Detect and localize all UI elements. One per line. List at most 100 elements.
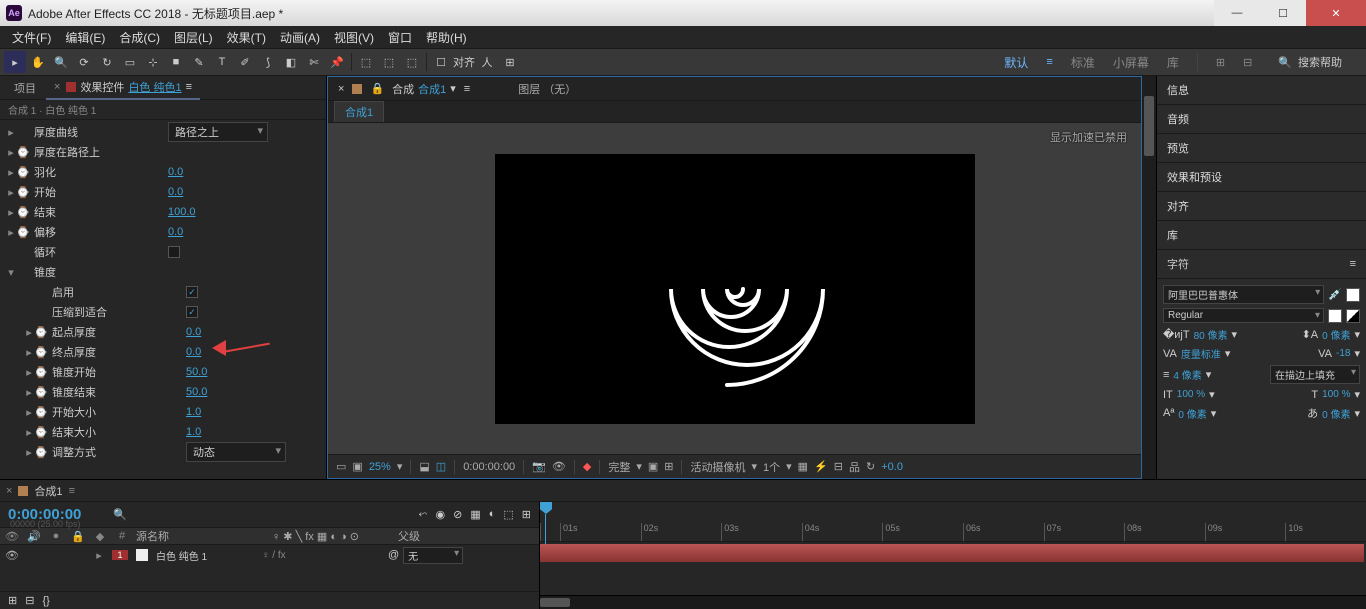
clone-tool[interactable]: ⟆ [257,51,279,73]
twirl-icon[interactable]: ▾ [6,266,16,279]
menu-窗口[interactable]: 窗口 [382,27,418,48]
text-tool[interactable]: T [211,51,233,73]
layer-bar[interactable] [540,544,1364,562]
property-value[interactable]: 0.0 [160,166,320,178]
eyedropper-icon[interactable]: 💉 [1328,288,1342,301]
twirl-icon[interactable]: ▸ [6,226,16,239]
world-axis-icon[interactable]: ⬚ [378,51,400,73]
twirl-icon[interactable]: ▸ [24,386,34,399]
menu-图层(L)[interactable]: 图层(L) [168,27,219,48]
dropdown-icon[interactable]: ▾ [450,82,456,95]
selection-tool[interactable]: ▸ [4,51,26,73]
tab-effect-controls[interactable]: × 效果控件 白色 纯色1 ≡ [46,76,200,100]
stroke-color-swatch[interactable] [1328,309,1342,323]
toggle-switches-icon[interactable]: ⊞ [8,594,17,607]
zoom-tool[interactable]: 🔍 [50,51,72,73]
font-size-value[interactable]: 80 像素 [1194,327,1228,342]
stopwatch-icon[interactable]: ⌚ [16,166,30,179]
workspace-标准[interactable]: 标准 [1071,54,1095,71]
tab-project[interactable]: 项目 [6,77,44,99]
layer-row[interactable]: 👁 ▸ 1 白色 纯色 1 ♀ / fx @ 无 [0,545,539,565]
hscale-value[interactable]: 100 % [1322,389,1350,400]
pickwhip-icon[interactable]: @ [388,549,399,561]
minimize-button[interactable]: — [1214,0,1260,26]
audio-col-icon[interactable]: 🔊 [26,530,42,543]
panel-header-预览[interactable]: 预览 [1157,134,1366,163]
local-axis-icon[interactable]: ⬚ [355,51,377,73]
time-navigator[interactable] [540,595,1366,609]
property-dropdown[interactable]: 动态 [186,442,286,462]
property-value[interactable]: 0.0 [160,226,320,238]
camera-tool[interactable]: ▭ [119,51,141,73]
eraser-tool[interactable]: ◧ [280,51,302,73]
layer-name[interactable]: 白色 纯色 1 [156,548,256,563]
twirl-icon[interactable]: ▸ [24,446,34,459]
close-tab-icon[interactable]: × [54,81,60,93]
panel-header-对齐[interactable]: 对齐 [1157,192,1366,221]
leading-value[interactable]: 0 像素 [1322,327,1350,342]
panel-toggle-icon[interactable]: ⊞ [1216,56,1225,69]
current-time[interactable]: 0:00:00:00 [463,461,515,473]
stopwatch-icon[interactable]: ⌚ [34,386,48,399]
layer-tracks[interactable] [540,542,1366,595]
property-checkbox[interactable] [186,306,198,318]
mask-icon[interactable]: ◫ [436,460,446,473]
visibility-toggle[interactable]: 👁 [4,549,20,562]
panel-toggle-icon[interactable]: ⊟ [1243,56,1252,69]
composition-viewer[interactable]: 显示加速已禁用 [328,123,1141,454]
comp-name-link[interactable]: 合成1 [418,81,446,97]
orbit-tool[interactable]: ⟳ [73,51,95,73]
property-value[interactable]: 0.0 [160,186,320,198]
twirl-icon[interactable]: ▸ [24,346,34,359]
stopwatch-icon[interactable]: ⌚ [34,406,48,419]
twirl-icon[interactable]: ▸ [24,406,34,419]
rotate-tool[interactable]: ↻ [96,51,118,73]
shape-tool[interactable]: ■ [165,51,187,73]
stopwatch-icon[interactable]: ⌚ [16,186,30,199]
panel-menu-icon[interactable]: ≡ [186,81,192,93]
view-axis-icon[interactable]: ⬚ [401,51,423,73]
views-dropdown[interactable]: 1个 [763,459,780,475]
layer-switches[interactable]: ♀ / fx [262,550,382,561]
menu-文件(F)[interactable]: 文件(F) [6,27,57,48]
search-icon[interactable]: 🔍 [1278,56,1292,69]
reset-exposure-icon[interactable]: ↻ [866,460,875,473]
character-panel-header[interactable]: 字符 ≡ [1157,250,1366,279]
snap-opt1-icon[interactable]: 人 [476,51,498,73]
center-scrollbar[interactable] [1142,76,1156,479]
dropdown-icon[interactable]: ▾ [786,460,792,473]
render-toggle-icon[interactable]: ⊟ [25,594,34,607]
twirl-icon[interactable]: ▸ [6,166,16,179]
resolution-icon[interactable]: ⬓ [419,460,429,473]
snap-toggle[interactable]: ☐ [430,51,452,73]
twirl-icon[interactable]: ▸ [6,126,16,139]
brain-icon[interactable]: ⊞ [522,508,531,521]
workspace-默认[interactable]: 默认 [1004,54,1028,71]
channel-icon[interactable]: ◆ [583,460,591,473]
stroke-width-value[interactable]: 4 像素 [1173,367,1201,382]
draft3d-icon[interactable]: ◉ [435,508,445,521]
baseline-value[interactable]: 0 像素 [1178,406,1206,421]
dropdown-icon[interactable]: ▾ [751,460,757,473]
twirl-icon[interactable]: ▸ [24,426,34,439]
comp-mini-flowchart-icon[interactable]: ⬿ [419,508,428,521]
stopwatch-icon[interactable]: ⌚ [34,326,48,339]
close-button[interactable]: ✕ [1306,0,1366,26]
comp-subtab[interactable]: 合成1 [334,101,384,122]
search-icon[interactable]: 🔍 [113,508,127,521]
property-value[interactable]: 50.0 [178,386,320,398]
stopwatch-icon[interactable]: ⌚ [34,446,48,459]
fill-over-stroke-dropdown[interactable]: 在描边上填充 [1270,365,1360,384]
shy-icon[interactable]: ⊘ [453,508,462,521]
menu-动画(A)[interactable]: 动画(A) [274,27,326,48]
flowchart-icon[interactable]: 品 [849,459,860,475]
dropdown-icon[interactable]: ▾ [636,460,642,473]
stopwatch-icon[interactable]: ⌚ [16,146,30,159]
pixel-aspect-icon[interactable]: ▦ [798,460,808,473]
zoom-value[interactable]: 25% [369,461,391,473]
stopwatch-icon[interactable]: ⌚ [34,426,48,439]
frame-blend-icon[interactable]: ▦ [470,508,480,521]
parent-dropdown[interactable]: 无 [403,547,463,564]
pen-tool[interactable]: ✎ [188,51,210,73]
comp-tab[interactable]: 合成 合成1 ▾ [392,81,456,97]
